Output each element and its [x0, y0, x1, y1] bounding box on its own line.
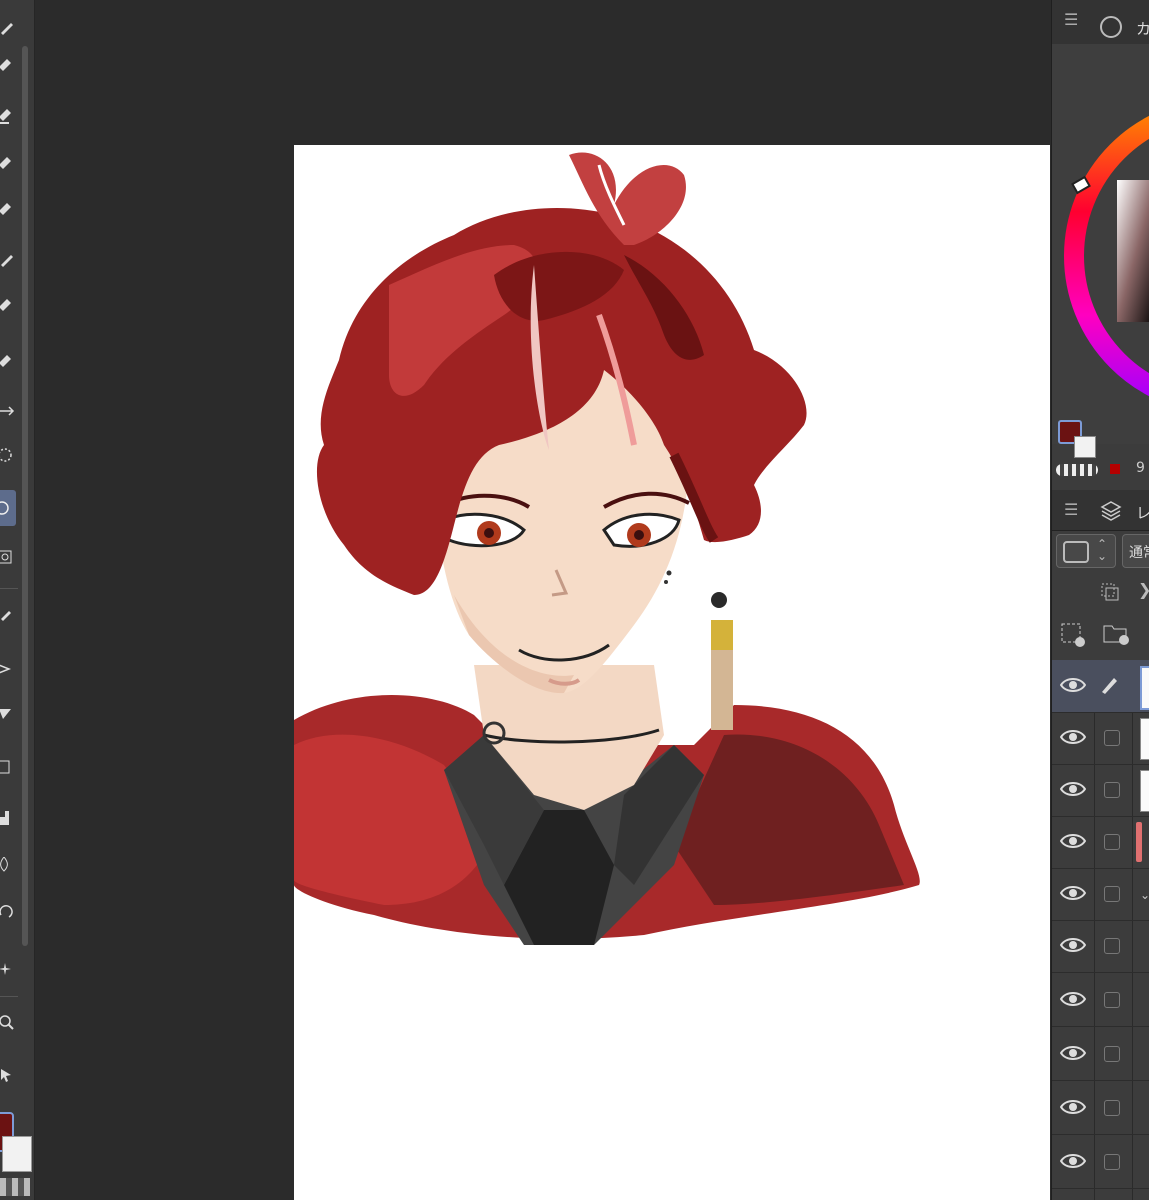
clip-layer-icon[interactable]: [1100, 582, 1120, 606]
lasso-icon[interactable]: [0, 442, 20, 468]
figure-icon[interactable]: [0, 852, 20, 878]
color-wheel-tab-icon[interactable]: [1100, 16, 1122, 38]
layer-checkbox[interactable]: [1104, 1100, 1120, 1116]
layer-thumbnail: [1140, 666, 1149, 710]
color-tab-label[interactable]: カ: [1136, 18, 1149, 39]
fill-icon[interactable]: [0, 754, 20, 780]
tool-divider: [0, 996, 18, 997]
layer-panel-header: ☰ レ: [1052, 490, 1149, 531]
pencil-icon[interactable]: [0, 54, 20, 80]
sub-color-swatch[interactable]: [2, 1136, 32, 1172]
layer-row[interactable]: [1052, 1082, 1149, 1135]
panel-menu-icon[interactable]: ☰: [1064, 500, 1078, 519]
eye-icon[interactable]: [1060, 726, 1086, 748]
color-wheel[interactable]: [1052, 44, 1149, 444]
eye-icon[interactable]: [1060, 674, 1086, 696]
eye-icon[interactable]: [1060, 1042, 1086, 1064]
layer-checkbox[interactable]: [1104, 782, 1120, 798]
hand-icon[interactable]: [0, 1062, 20, 1088]
eye-icon[interactable]: [1060, 882, 1086, 904]
layer-property-selector[interactable]: ⌃ ⌄: [1056, 534, 1116, 568]
zoom-icon[interactable]: [0, 1010, 20, 1036]
sub-color-chip[interactable]: [1074, 436, 1096, 458]
layers-tab-icon[interactable]: [1100, 500, 1122, 526]
magic-wand-icon[interactable]: [0, 544, 20, 570]
transform-icon[interactable]: [0, 398, 20, 424]
layer-thumbnail: [1140, 718, 1149, 760]
layer-color-label: [1136, 822, 1142, 862]
layer-row[interactable]: [1052, 974, 1149, 1027]
brush-icon[interactable]: [0, 104, 20, 130]
layer-row[interactable]: [1052, 660, 1149, 713]
artwork-illustration: [294, 152, 920, 945]
eye-icon[interactable]: [1060, 778, 1086, 800]
layer-checkbox[interactable]: [1104, 992, 1120, 1008]
sparkle-icon[interactable]: [0, 956, 20, 982]
layer-checkbox[interactable]: [1104, 834, 1120, 850]
eye-icon[interactable]: [1060, 1150, 1086, 1172]
eye-icon[interactable]: [1060, 830, 1086, 852]
layer-checkbox[interactable]: [1104, 1154, 1120, 1170]
blend-mode-select[interactable]: 通常: [1122, 534, 1149, 568]
layer-row[interactable]: [1052, 1028, 1149, 1081]
eyedropper-icon[interactable]: [0, 600, 20, 626]
layer-row[interactable]: [1052, 764, 1149, 817]
airbrush-icon[interactable]: [0, 152, 20, 178]
color-wheel-area: [1052, 44, 1149, 458]
selection-icon[interactable]: [0, 490, 16, 526]
lock-icon[interactable]: ❯: [1138, 580, 1149, 599]
transparent-chip[interactable]: [1056, 464, 1098, 476]
panel-menu-icon[interactable]: ☰: [1064, 10, 1078, 29]
layer-row[interactable]: [1052, 712, 1149, 765]
eraser-icon[interactable]: [0, 246, 20, 272]
blend-icon[interactable]: [0, 294, 20, 320]
decoration-icon[interactable]: [0, 198, 20, 224]
stepper-down-icon[interactable]: ⌄: [1097, 549, 1107, 563]
color-value-text: 9: [1136, 460, 1145, 476]
layer-color-icon: [1063, 541, 1089, 563]
ruler-icon[interactable]: [0, 806, 20, 832]
blend-mode-label: 通常: [1129, 545, 1149, 561]
new-folder-icon[interactable]: [1102, 622, 1130, 650]
move-icon[interactable]: [0, 350, 20, 376]
layer-checkbox[interactable]: [1104, 730, 1120, 746]
layer-folder-row[interactable]: ⌄: [1052, 868, 1149, 921]
layer-tab-label[interactable]: レ: [1136, 502, 1149, 523]
eye-icon[interactable]: [1060, 934, 1086, 956]
gradient-icon[interactable]: [0, 700, 20, 726]
eye-icon[interactable]: [1060, 1096, 1086, 1118]
color-value-swatch: [1110, 464, 1120, 474]
tool-divider: [0, 588, 18, 589]
layer-thumbnail: [1140, 770, 1149, 812]
layer-checkbox[interactable]: [1104, 938, 1120, 954]
tool-palette-scrollbar[interactable]: [22, 46, 28, 946]
canvas-area[interactable]: [35, 0, 1051, 1200]
pencil-icon: [1102, 678, 1117, 694]
layer-row[interactable]: [1052, 1136, 1149, 1189]
new-layer-icon[interactable]: [1060, 622, 1086, 652]
tool-palette: [0, 0, 35, 1200]
chevron-down-icon[interactable]: ⌄: [1140, 888, 1149, 902]
text-icon[interactable]: [0, 656, 20, 682]
frame-icon[interactable]: [0, 900, 20, 926]
drawing-canvas[interactable]: [294, 145, 1050, 1200]
eye-icon[interactable]: [1060, 988, 1086, 1010]
layer-row[interactable]: [1052, 920, 1149, 973]
transparent-color-swatch[interactable]: [0, 1178, 30, 1196]
pen-icon[interactable]: [0, 14, 20, 40]
layer-row[interactable]: [1052, 816, 1149, 869]
color-panel-header: ☰ カ: [1052, 0, 1149, 45]
right-panel: ☰ カ 9 ☰ レ ⌃ ⌄ 通 ⌄: [1051, 0, 1149, 1200]
layer-checkbox[interactable]: [1104, 886, 1120, 902]
layer-checkbox[interactable]: [1104, 1046, 1120, 1062]
